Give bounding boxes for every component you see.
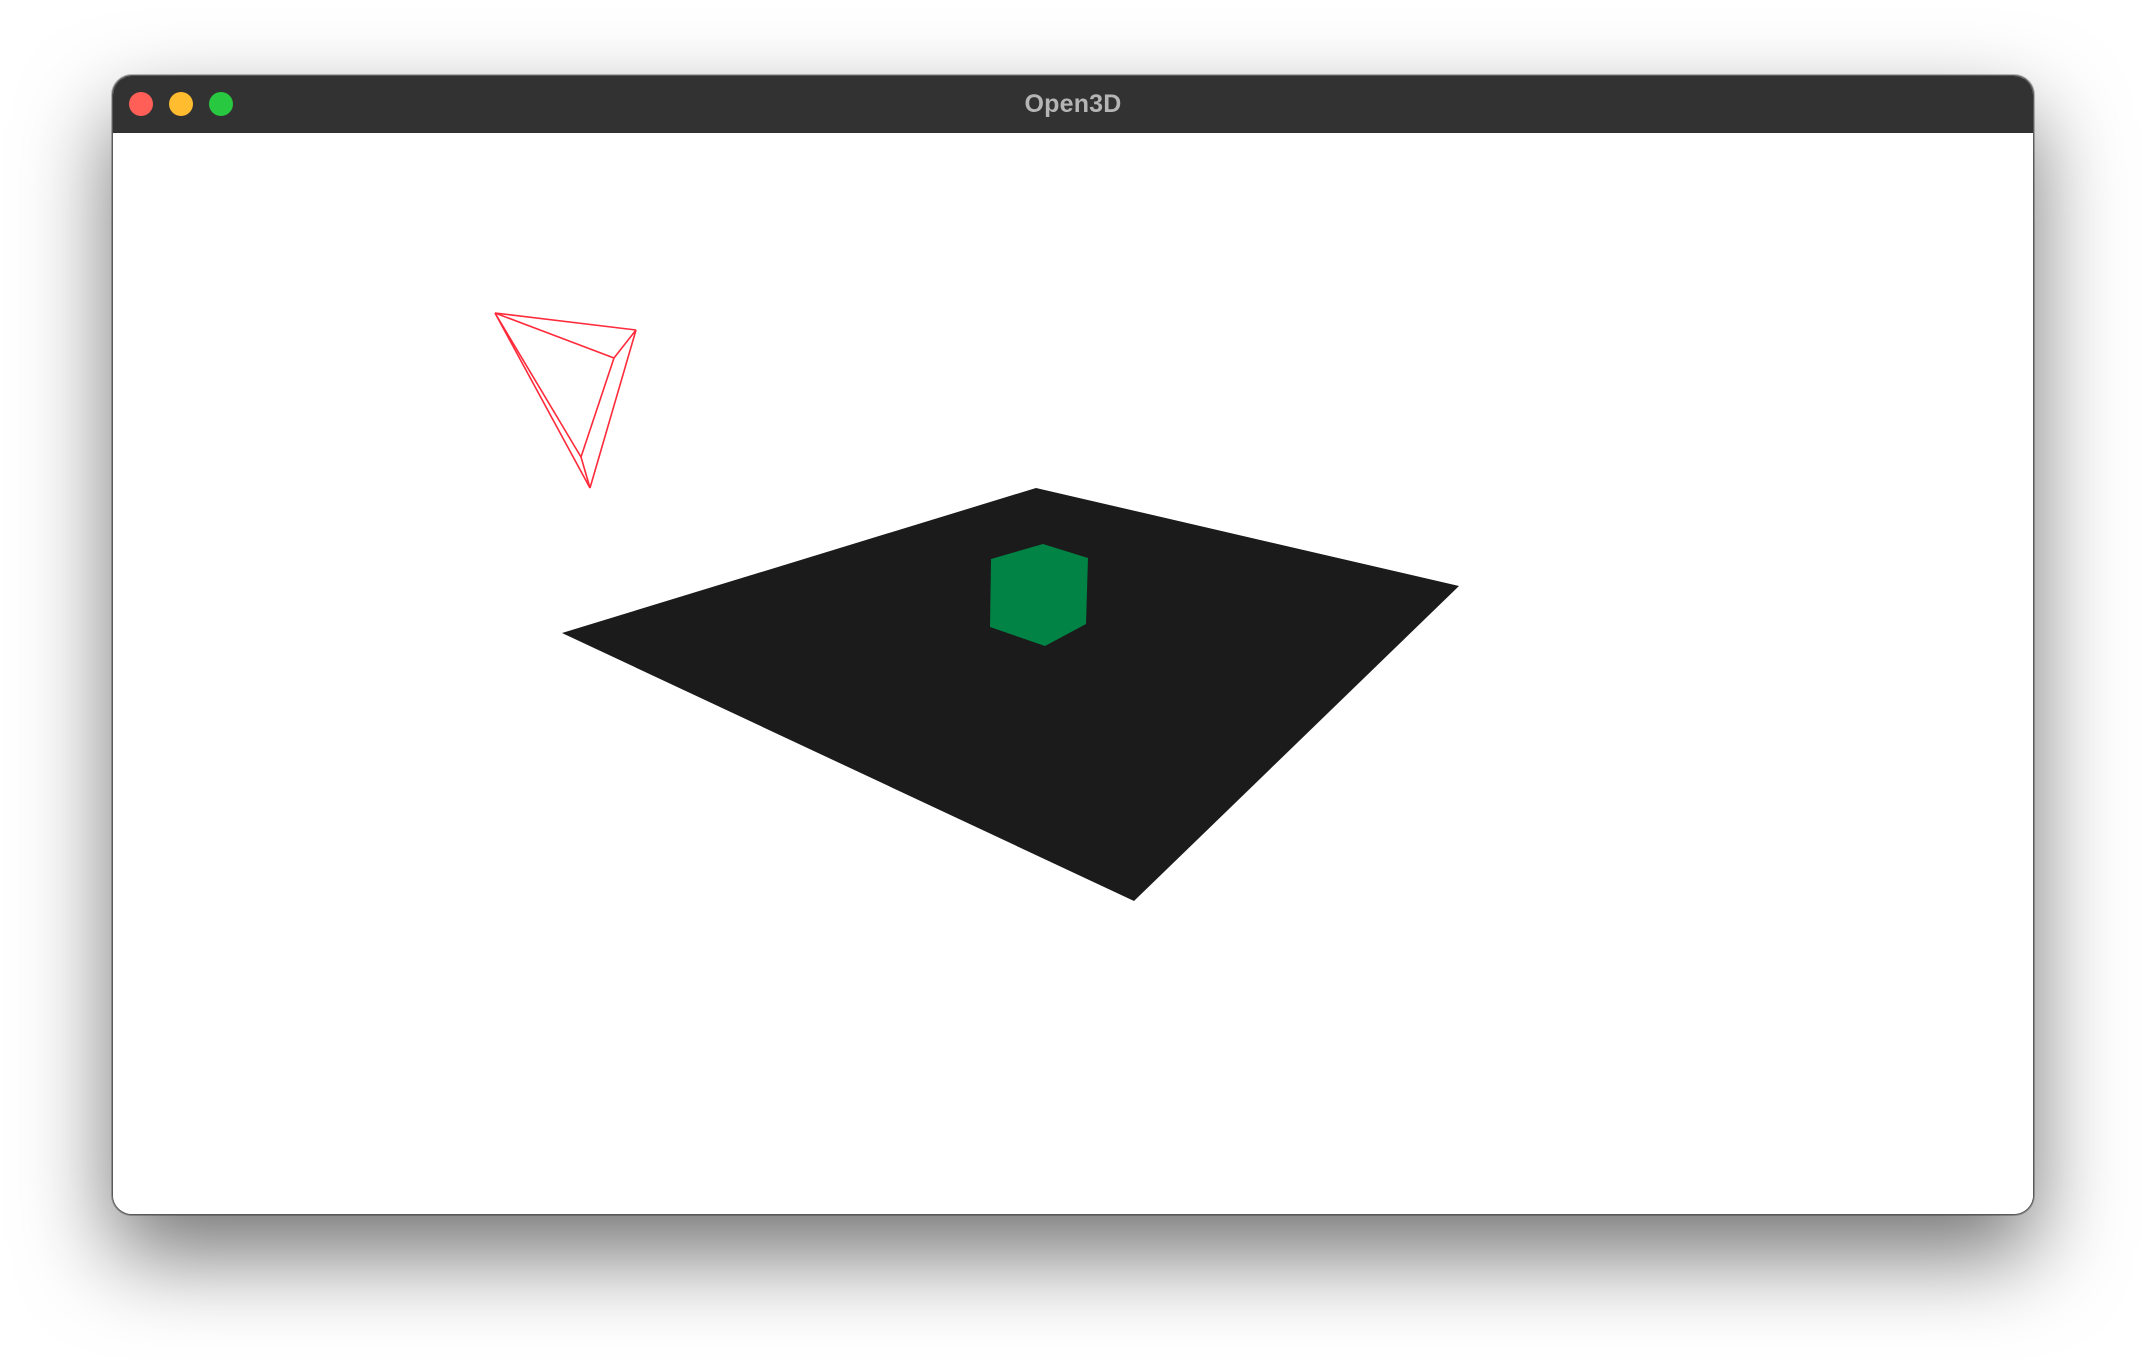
frustum-edge xyxy=(494,312,582,458)
app-window: Open3D xyxy=(112,75,2034,1215)
title-bar[interactable]: Open3D xyxy=(113,76,2033,134)
frustum-edge xyxy=(580,357,615,458)
camera-frustum xyxy=(494,312,637,489)
scene-canvas[interactable] xyxy=(113,133,2033,1214)
ground-plane xyxy=(562,488,1459,901)
cube xyxy=(990,544,1088,646)
3d-viewport[interactable] xyxy=(113,133,2033,1214)
frustum-edge xyxy=(494,312,591,489)
window-title: Open3D xyxy=(1024,90,1122,118)
